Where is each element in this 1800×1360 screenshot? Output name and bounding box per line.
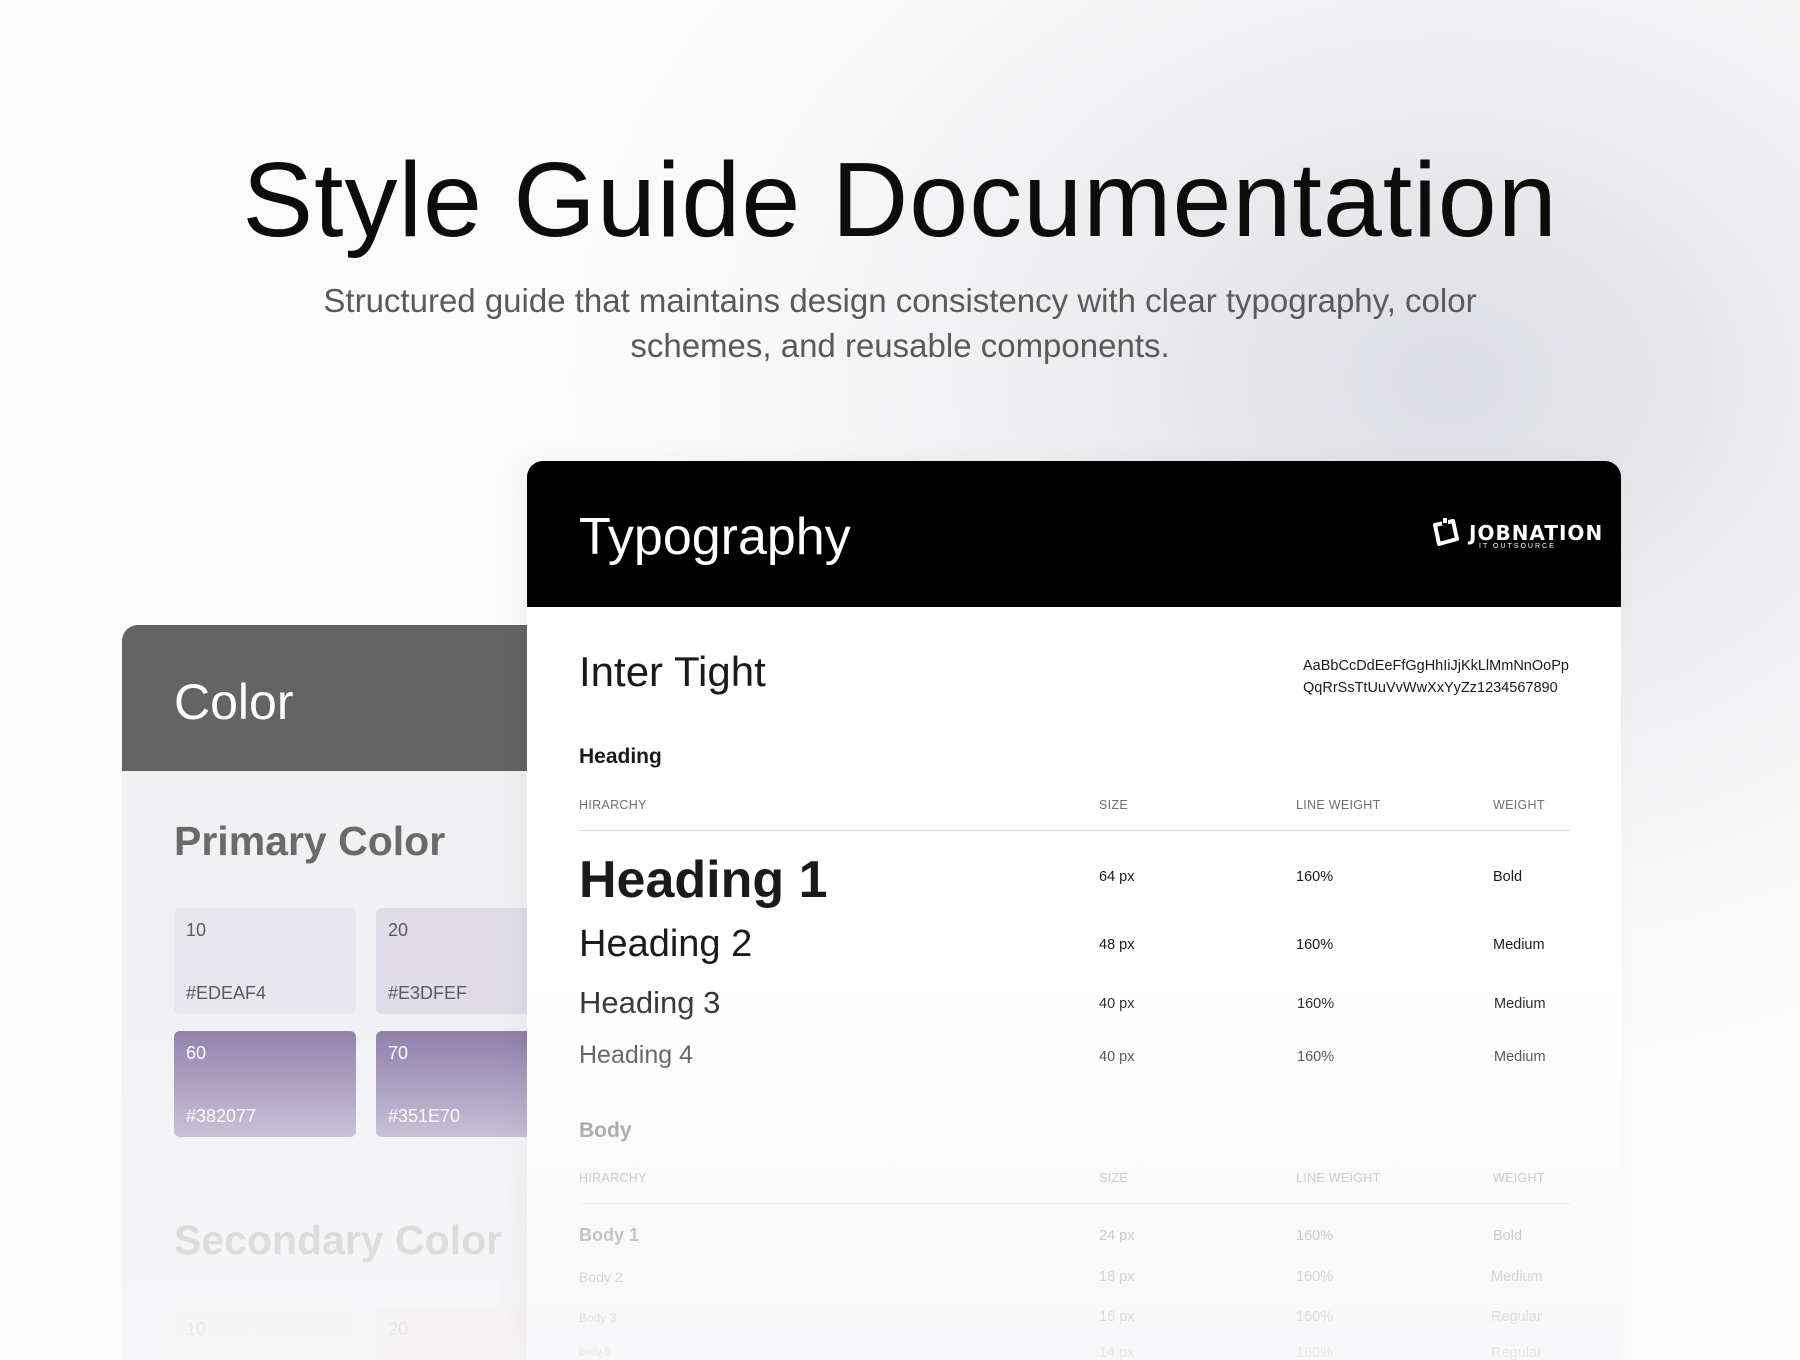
column-header-weight: WEIGHT — [1493, 798, 1545, 812]
column-header-hierarchy: HIRARCHY — [579, 1171, 647, 1185]
column-header-weight: WEIGHT — [1493, 1171, 1545, 1185]
heading-4-sample: Heading 4 — [579, 1041, 693, 1069]
heading-1-sample: Heading 1 — [579, 851, 828, 909]
heading-2-line: 160% — [1296, 937, 1334, 953]
charset-line: AaBbCcDdEeFfGgHhIiJjKkLlMmNnOoPp — [1303, 658, 1569, 674]
heading-2-weight: Medium — [1493, 937, 1545, 953]
column-header-line-weight: LINE WEIGHT — [1296, 1171, 1381, 1185]
body-2-weight: Medium — [1491, 1269, 1543, 1285]
heading-group-label: Heading — [579, 745, 662, 768]
body-1-weight: Bold — [1493, 1228, 1523, 1244]
heading-3-weight: Medium — [1494, 996, 1546, 1012]
body-2-size: 18 px — [1099, 1269, 1135, 1285]
body-5-weight: Regular — [1491, 1345, 1542, 1360]
heading-1-weight: Bold — [1493, 869, 1523, 885]
column-header-size: SIZE — [1099, 1171, 1128, 1185]
swatch-step: 20 — [388, 1319, 409, 1339]
swatch-step: 20 — [388, 920, 409, 940]
primary-color-heading: Primary Color — [174, 818, 446, 864]
column-header-line-weight: LINE WEIGHT — [1296, 798, 1381, 812]
fade-overlay — [527, 981, 1621, 1360]
page-title: Style Guide Documentation — [242, 141, 1558, 259]
body-1-line: 160% — [1296, 1228, 1334, 1244]
page-subtitle: Structured guide that maintains design c… — [310, 278, 1490, 368]
secondary-swatch-10[interactable]: 10 — [174, 1307, 356, 1360]
column-header-hierarchy: HIRARCHY — [579, 798, 647, 812]
swatch-step: 10 — [186, 1319, 207, 1339]
column-header-size: SIZE — [1099, 798, 1128, 812]
body-5-line: 160% — [1296, 1345, 1334, 1360]
body-2-sample: Body 2 — [579, 1269, 623, 1285]
primary-swatch-10[interactable]: 10 #EDEAF4 — [174, 908, 356, 1014]
body-3-sample: Body 3 — [579, 1311, 617, 1325]
subtitle-line: schemes, and reusable components. — [630, 327, 1170, 364]
body-5-size: 14 px — [1099, 1345, 1135, 1360]
swatch-step: 70 — [388, 1043, 409, 1063]
heading-1-line: 160% — [1296, 869, 1334, 885]
primary-swatch-60[interactable]: 60 #382077 — [174, 1031, 356, 1137]
font-family-name: Inter Tight — [579, 648, 766, 695]
heading-4-line: 160% — [1297, 1049, 1335, 1065]
heading-2-size: 48 px — [1099, 937, 1135, 953]
subtitle-line: Structured guide that maintains design c… — [323, 282, 1477, 319]
swatch-hex: #E3DFEF — [388, 983, 468, 1003]
heading-2-sample: Heading 2 — [579, 923, 753, 965]
logo-wordmark: JOBNATION — [1469, 521, 1604, 545]
heading-4-size: 40 px — [1099, 1049, 1135, 1065]
swatch-step: 60 — [186, 1043, 207, 1063]
charset-line: QqRrSsTtUuVvWwXxYyZz1234567890 — [1303, 680, 1558, 696]
body-3-line: 160% — [1296, 1309, 1334, 1325]
typography-card: Typography JOBNATION IT OUTSOURCE Inter … — [527, 461, 1621, 1360]
typography-card-header: Typography JOBNATION IT OUTSOURCE — [527, 461, 1621, 607]
swatch-hex: #351E70 — [388, 1106, 461, 1126]
body-3-size: 16 px — [1099, 1309, 1135, 1325]
color-card-title: Color — [174, 674, 294, 730]
jobnation-logo-icon — [1433, 517, 1459, 546]
body-group-label: Body — [579, 1119, 632, 1142]
typography-card-title: Typography — [579, 508, 851, 566]
body-3-weight: Regular — [1491, 1309, 1542, 1325]
body-5-sample: Body 5 — [579, 1347, 611, 1358]
heading-3-line: 160% — [1297, 996, 1335, 1012]
swatch-hex: #EDEAF4 — [186, 983, 267, 1003]
charset-sample: AaBbCcDdEeFfGgHhIiJjKkLlMmNnOoPp QqRrSsT… — [1303, 655, 1573, 699]
heading-3-sample: Heading 3 — [579, 985, 721, 1020]
swatch-hex: #382077 — [186, 1106, 257, 1126]
body-1-size: 24 px — [1099, 1228, 1135, 1244]
divider — [579, 830, 1571, 831]
body-2-line: 160% — [1296, 1269, 1334, 1285]
heading-1-size: 64 px — [1099, 869, 1135, 885]
swatch-step: 10 — [186, 920, 207, 940]
logo-tagline: IT OUTSOURCE — [1479, 543, 1556, 550]
heading-4-weight: Medium — [1494, 1049, 1546, 1065]
body-1-sample: Body 1 — [579, 1225, 640, 1245]
divider — [579, 1203, 1571, 1204]
secondary-color-heading: Secondary Color — [174, 1217, 503, 1263]
heading-3-size: 40 px — [1099, 996, 1135, 1012]
